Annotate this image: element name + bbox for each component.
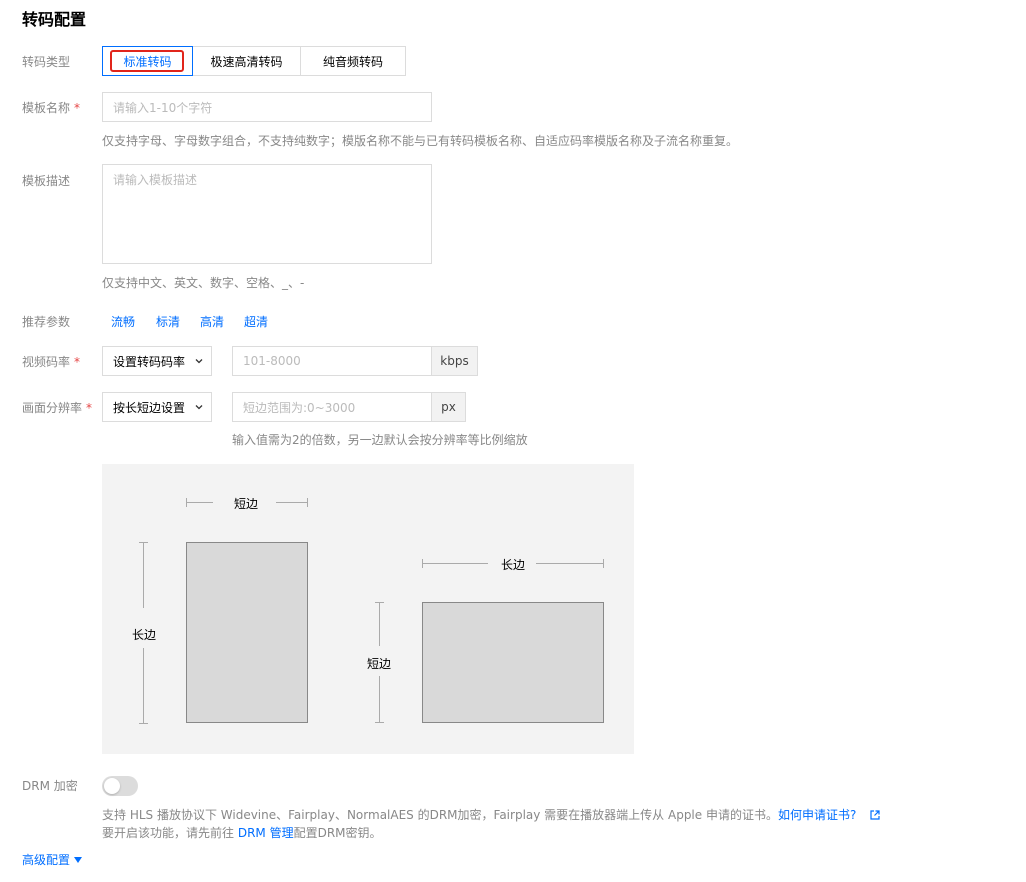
resolution-help: 输入值需为2的倍数，另一边默认会按分辨率等比例缩放 xyxy=(232,433,528,447)
bitrate-mode-select[interactable]: 设置转码码率 xyxy=(102,346,212,376)
template-name-input[interactable]: 请输入1-10个字符 xyxy=(102,92,432,122)
chevron-down-icon xyxy=(195,359,203,364)
preset-sd[interactable]: 标清 xyxy=(156,313,180,330)
dimension-tick xyxy=(307,498,308,507)
dimension-tick xyxy=(139,723,148,724)
dimension-tick xyxy=(375,602,384,603)
dimension-line xyxy=(379,676,380,723)
resolution-mode-value: 按长短边设置 xyxy=(113,400,186,415)
drm-toggle[interactable] xyxy=(102,776,138,796)
bitrate-input[interactable]: 101-8000 xyxy=(232,346,432,376)
right-long-edge-label: 长边 xyxy=(501,558,526,572)
drm-description-line1: 支持 HLS 播放协议下 Widevine、Fairplay、NormalAES… xyxy=(102,806,880,823)
option-audio-only-transcode[interactable]: 纯音频转码 xyxy=(301,47,405,75)
resolution-label: 画面分辨率 * xyxy=(22,401,93,415)
portrait-frame xyxy=(186,542,308,723)
template-desc-label: 模板描述 xyxy=(22,174,71,188)
drm-management-link[interactable]: DRM 管理 xyxy=(238,826,294,840)
landscape-frame xyxy=(422,602,604,723)
presets-label: 推荐参数 xyxy=(22,315,71,329)
resolution-mode-select[interactable]: 按长短边设置 xyxy=(102,392,212,422)
dimension-line xyxy=(422,563,488,564)
bitrate-mode-value: 设置转码码率 xyxy=(113,354,186,369)
apply-certificate-link[interactable]: 如何申请证书? xyxy=(778,808,856,822)
transcode-type-label: 转码类型 xyxy=(22,55,71,69)
drm-description-line2: 要开启该功能，请先前往 DRM 管理配置DRM密钥。 xyxy=(102,826,382,840)
dimension-tick xyxy=(375,722,384,723)
preset-smooth[interactable]: 流畅 xyxy=(111,313,135,330)
dimension-line xyxy=(143,648,144,724)
preset-hd[interactable]: 高清 xyxy=(200,313,224,330)
dimension-line xyxy=(186,502,213,503)
dimension-line xyxy=(536,563,604,564)
advanced-config-toggle[interactable]: 高级配置 xyxy=(22,851,83,868)
external-link-icon[interactable] xyxy=(870,810,880,820)
option-standard-transcode[interactable]: 标准转码 xyxy=(102,46,193,76)
toggle-knob xyxy=(104,778,120,794)
preset-fhd[interactable]: 超清 xyxy=(244,313,268,330)
template-name-label: 模板名称 * xyxy=(22,101,81,115)
transcode-type-segmented: 标准转码 极速高清转码 纯音频转码 xyxy=(102,46,406,76)
dimension-line xyxy=(276,502,307,503)
left-long-edge-label: 长边 xyxy=(132,628,157,642)
right-short-edge-label: 短边 xyxy=(367,657,392,671)
page-title: 转码配置 xyxy=(22,10,87,29)
left-short-edge-label: 短边 xyxy=(234,497,259,511)
bitrate-unit: kbps xyxy=(432,346,478,376)
resolution-diagram: 短边 长边 长边 短边 xyxy=(102,464,634,754)
dimension-tick xyxy=(186,498,187,507)
dimension-line xyxy=(143,542,144,608)
option-fast-hd-transcode[interactable]: 极速高清转码 xyxy=(193,47,301,75)
template-desc-help: 仅支持中文、英文、数字、空格、_、- xyxy=(102,276,305,290)
video-bitrate-label: 视频码率 * xyxy=(22,355,81,369)
template-desc-textarea[interactable]: 请输入模板描述 xyxy=(102,164,432,264)
dimension-tick xyxy=(603,559,604,568)
resolution-unit: px xyxy=(432,392,466,422)
template-name-help: 仅支持字母、字母数字组合，不支持纯数字；模版名称不能与已有转码模板名称、自适应码… xyxy=(102,134,739,148)
resolution-input[interactable]: 短边范围为:0~3000 xyxy=(232,392,432,422)
dimension-tick xyxy=(139,542,148,543)
chevron-down-icon xyxy=(195,405,203,410)
dimension-line xyxy=(379,602,380,646)
drm-label: DRM 加密 xyxy=(22,779,78,793)
caret-down-icon xyxy=(74,857,83,863)
dimension-tick xyxy=(422,559,423,568)
